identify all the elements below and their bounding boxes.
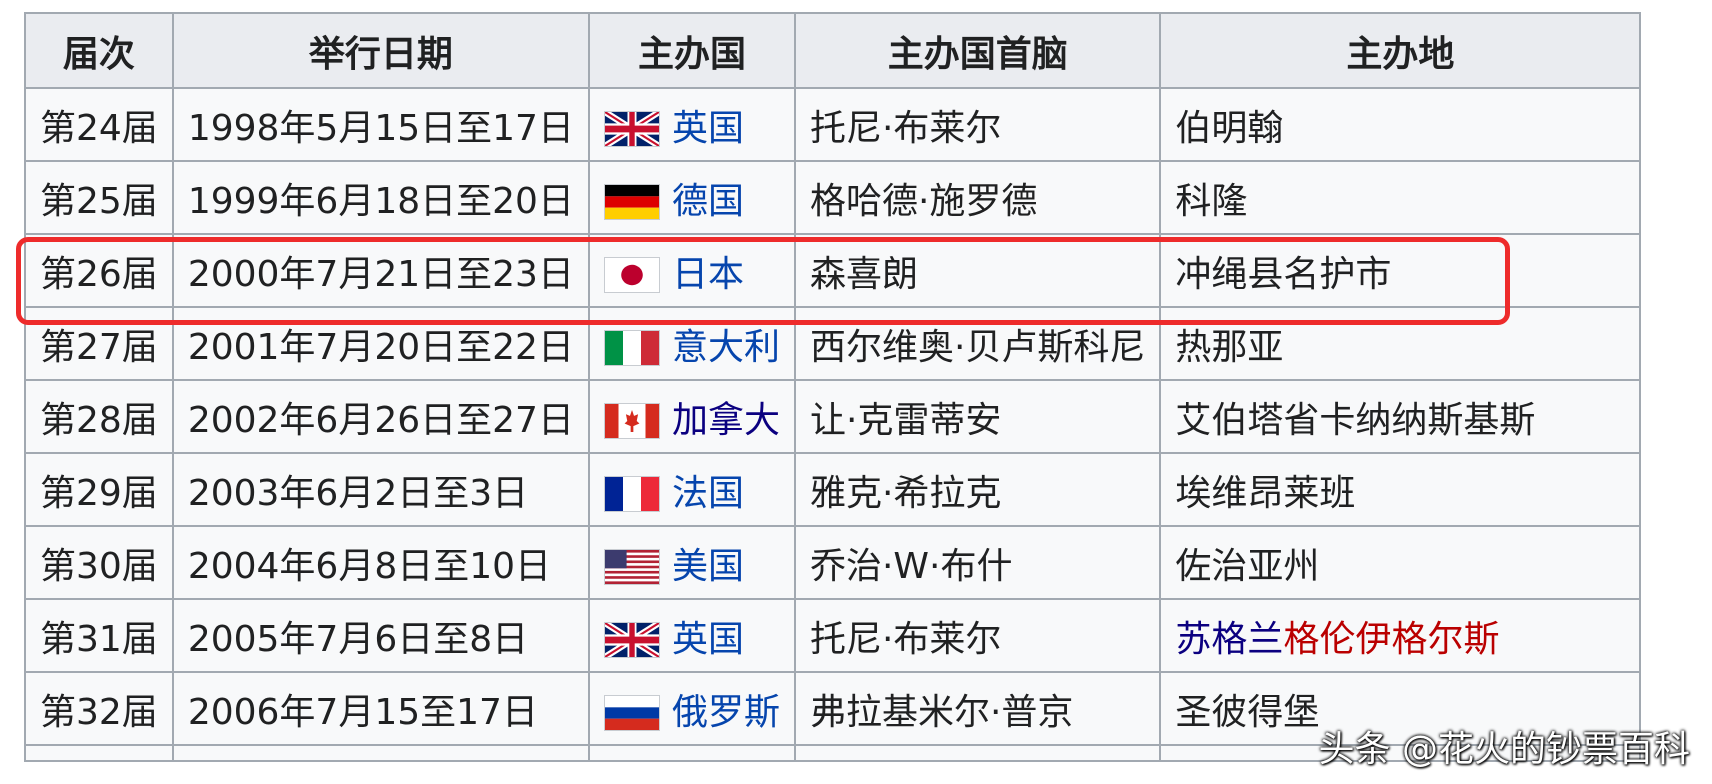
- table-row: 第24届 1998年5月15日至17日 英国 托尼·布莱尔 伯明翰: [24, 87, 1642, 162]
- france-flag-icon: [603, 475, 660, 512]
- leader-link[interactable]: 托尼·布莱尔: [793, 87, 1162, 162]
- country-cell: 加拿大: [587, 379, 796, 454]
- country-link[interactable]: 美国: [672, 546, 744, 587]
- country-cell: 法国: [587, 452, 796, 527]
- place-link[interactable]: 伯明翰: [1159, 87, 1642, 162]
- canada-flag-icon: [603, 402, 660, 439]
- place-link[interactable]: 埃维昂莱班: [1159, 452, 1642, 527]
- table-row: 第28届 2002年6月26日至27日 加拿大 让·克雷蒂安 艾伯塔省卡纳纳斯基…: [24, 379, 1642, 454]
- session-link[interactable]: 第32届: [24, 671, 174, 746]
- session-link[interactable]: 第30届: [24, 525, 174, 600]
- table-row: 第25届 1999年6月18日至20日 德国 格哈德·施罗德 科隆: [24, 160, 1642, 235]
- country-link[interactable]: 德国: [672, 181, 744, 222]
- empty-cell: [793, 744, 1162, 762]
- header-date[interactable]: 举行日期: [171, 12, 590, 89]
- country-link[interactable]: 法国: [672, 473, 744, 514]
- session-link[interactable]: 第31届: [24, 598, 174, 673]
- header-host-leader[interactable]: 主办国首脑: [793, 12, 1162, 89]
- header-row: 届次 举行日期 主办国 主办国首脑 主办地: [24, 12, 1642, 89]
- place-cell: 苏格兰格伦伊格尔斯: [1159, 598, 1642, 673]
- usa-flag-icon: [603, 548, 660, 585]
- country-cell: 日本: [587, 233, 796, 308]
- country-cell: 美国: [587, 525, 796, 600]
- date-cell: 2004年6月8日至10日: [171, 525, 590, 600]
- place-link[interactable]: 艾伯塔省卡纳纳斯基斯: [1159, 379, 1642, 454]
- country-cell: 意大利: [587, 306, 796, 381]
- leader-link[interactable]: 格哈德·施罗德: [793, 160, 1162, 235]
- country-cell: 俄罗斯: [587, 671, 796, 746]
- date-cell: 2002年6月26日至27日: [171, 379, 590, 454]
- leader-link[interactable]: 森喜朗: [793, 233, 1162, 308]
- place-link[interactable]: 科隆: [1159, 160, 1642, 235]
- session-cell: 第29届: [24, 452, 174, 527]
- germany-flag-icon: [603, 183, 660, 220]
- leader-link[interactable]: 让·克雷蒂安: [793, 379, 1162, 454]
- watermark-text: 头条 @花火的钞票百科: [1318, 729, 1690, 770]
- leader-link[interactable]: 西尔维奥·贝卢斯科尼: [793, 306, 1162, 381]
- country-cell: 英国: [587, 598, 796, 673]
- country-link[interactable]: 意大利: [672, 327, 780, 368]
- table-row: 第27届 2001年7月20日至22日 意大利 西尔维奥·贝卢斯科尼 热那亚: [24, 306, 1642, 381]
- uk-flag-icon: [603, 621, 660, 658]
- summit-table: 届次 举行日期 主办国 主办国首脑 主办地 第24届 1998年5月15日至17…: [24, 12, 1642, 762]
- leader-link[interactable]: 托尼·布莱尔: [793, 598, 1162, 673]
- country-link[interactable]: 英国: [672, 619, 744, 660]
- place-link[interactable]: 冲绳县名护市: [1159, 233, 1642, 308]
- place-link[interactable]: 佐治亚州: [1159, 525, 1642, 600]
- country-link[interactable]: 日本: [672, 254, 744, 295]
- session-cell: 第25届: [24, 160, 174, 235]
- italy-flag-icon: [603, 329, 660, 366]
- header-host-city[interactable]: 主办地: [1159, 12, 1642, 89]
- place-redlink-gleneagles[interactable]: 格伦伊格尔斯: [1283, 619, 1499, 660]
- russia-flag-icon: [603, 694, 660, 731]
- uk-flag-icon: [603, 110, 660, 147]
- empty-cell: [24, 744, 174, 762]
- table-row: 第31届 2005年7月6日至8日 英国 托尼·布莱尔 苏格兰格伦伊格尔斯: [24, 598, 1642, 673]
- session-cell: 第28届: [24, 379, 174, 454]
- table-row: 第29届 2003年6月2日至3日 法国 雅克·希拉克 埃维昂莱班: [24, 452, 1642, 527]
- place-link[interactable]: 热那亚: [1159, 306, 1642, 381]
- leader-link[interactable]: 弗拉基米尔·普京: [793, 671, 1162, 746]
- header-session[interactable]: 届次: [24, 12, 174, 89]
- country-link[interactable]: 英国: [672, 108, 744, 149]
- leader-link[interactable]: 雅克·希拉克: [793, 452, 1162, 527]
- date-cell: 1999年6月18日至20日: [171, 160, 590, 235]
- date-cell: 2003年6月2日至3日: [171, 452, 590, 527]
- empty-cell: [171, 744, 590, 762]
- japan-flag-icon: [603, 256, 660, 293]
- table-row-highlighted: 第26届 2000年7月21日至23日 日本 森喜朗 冲绳县名护市: [24, 233, 1642, 308]
- place-link-scotland[interactable]: 苏格兰: [1175, 619, 1283, 660]
- leader-link[interactable]: 乔治·W·布什: [793, 525, 1162, 600]
- table-row: 第30届 2004年6月8日至10日 美国 乔治·W·布什 佐治亚州: [24, 525, 1642, 600]
- session-cell: 第26届: [24, 233, 174, 308]
- date-cell: 2006年7月15至17日: [171, 671, 590, 746]
- date-cell: 2005年7月6日至8日: [171, 598, 590, 673]
- date-cell: 2001年7月20日至22日: [171, 306, 590, 381]
- country-link[interactable]: 俄罗斯: [672, 692, 780, 733]
- session-cell: 第27届: [24, 306, 174, 381]
- session-cell: 第24届: [24, 87, 174, 162]
- empty-cell: [587, 744, 796, 762]
- date-cell: 2000年7月21日至23日: [171, 233, 590, 308]
- date-cell: 1998年5月15日至17日: [171, 87, 590, 162]
- country-cell: 英国: [587, 87, 796, 162]
- country-cell: 德国: [587, 160, 796, 235]
- header-host-country[interactable]: 主办国: [587, 12, 796, 89]
- country-link[interactable]: 加拿大: [672, 400, 780, 441]
